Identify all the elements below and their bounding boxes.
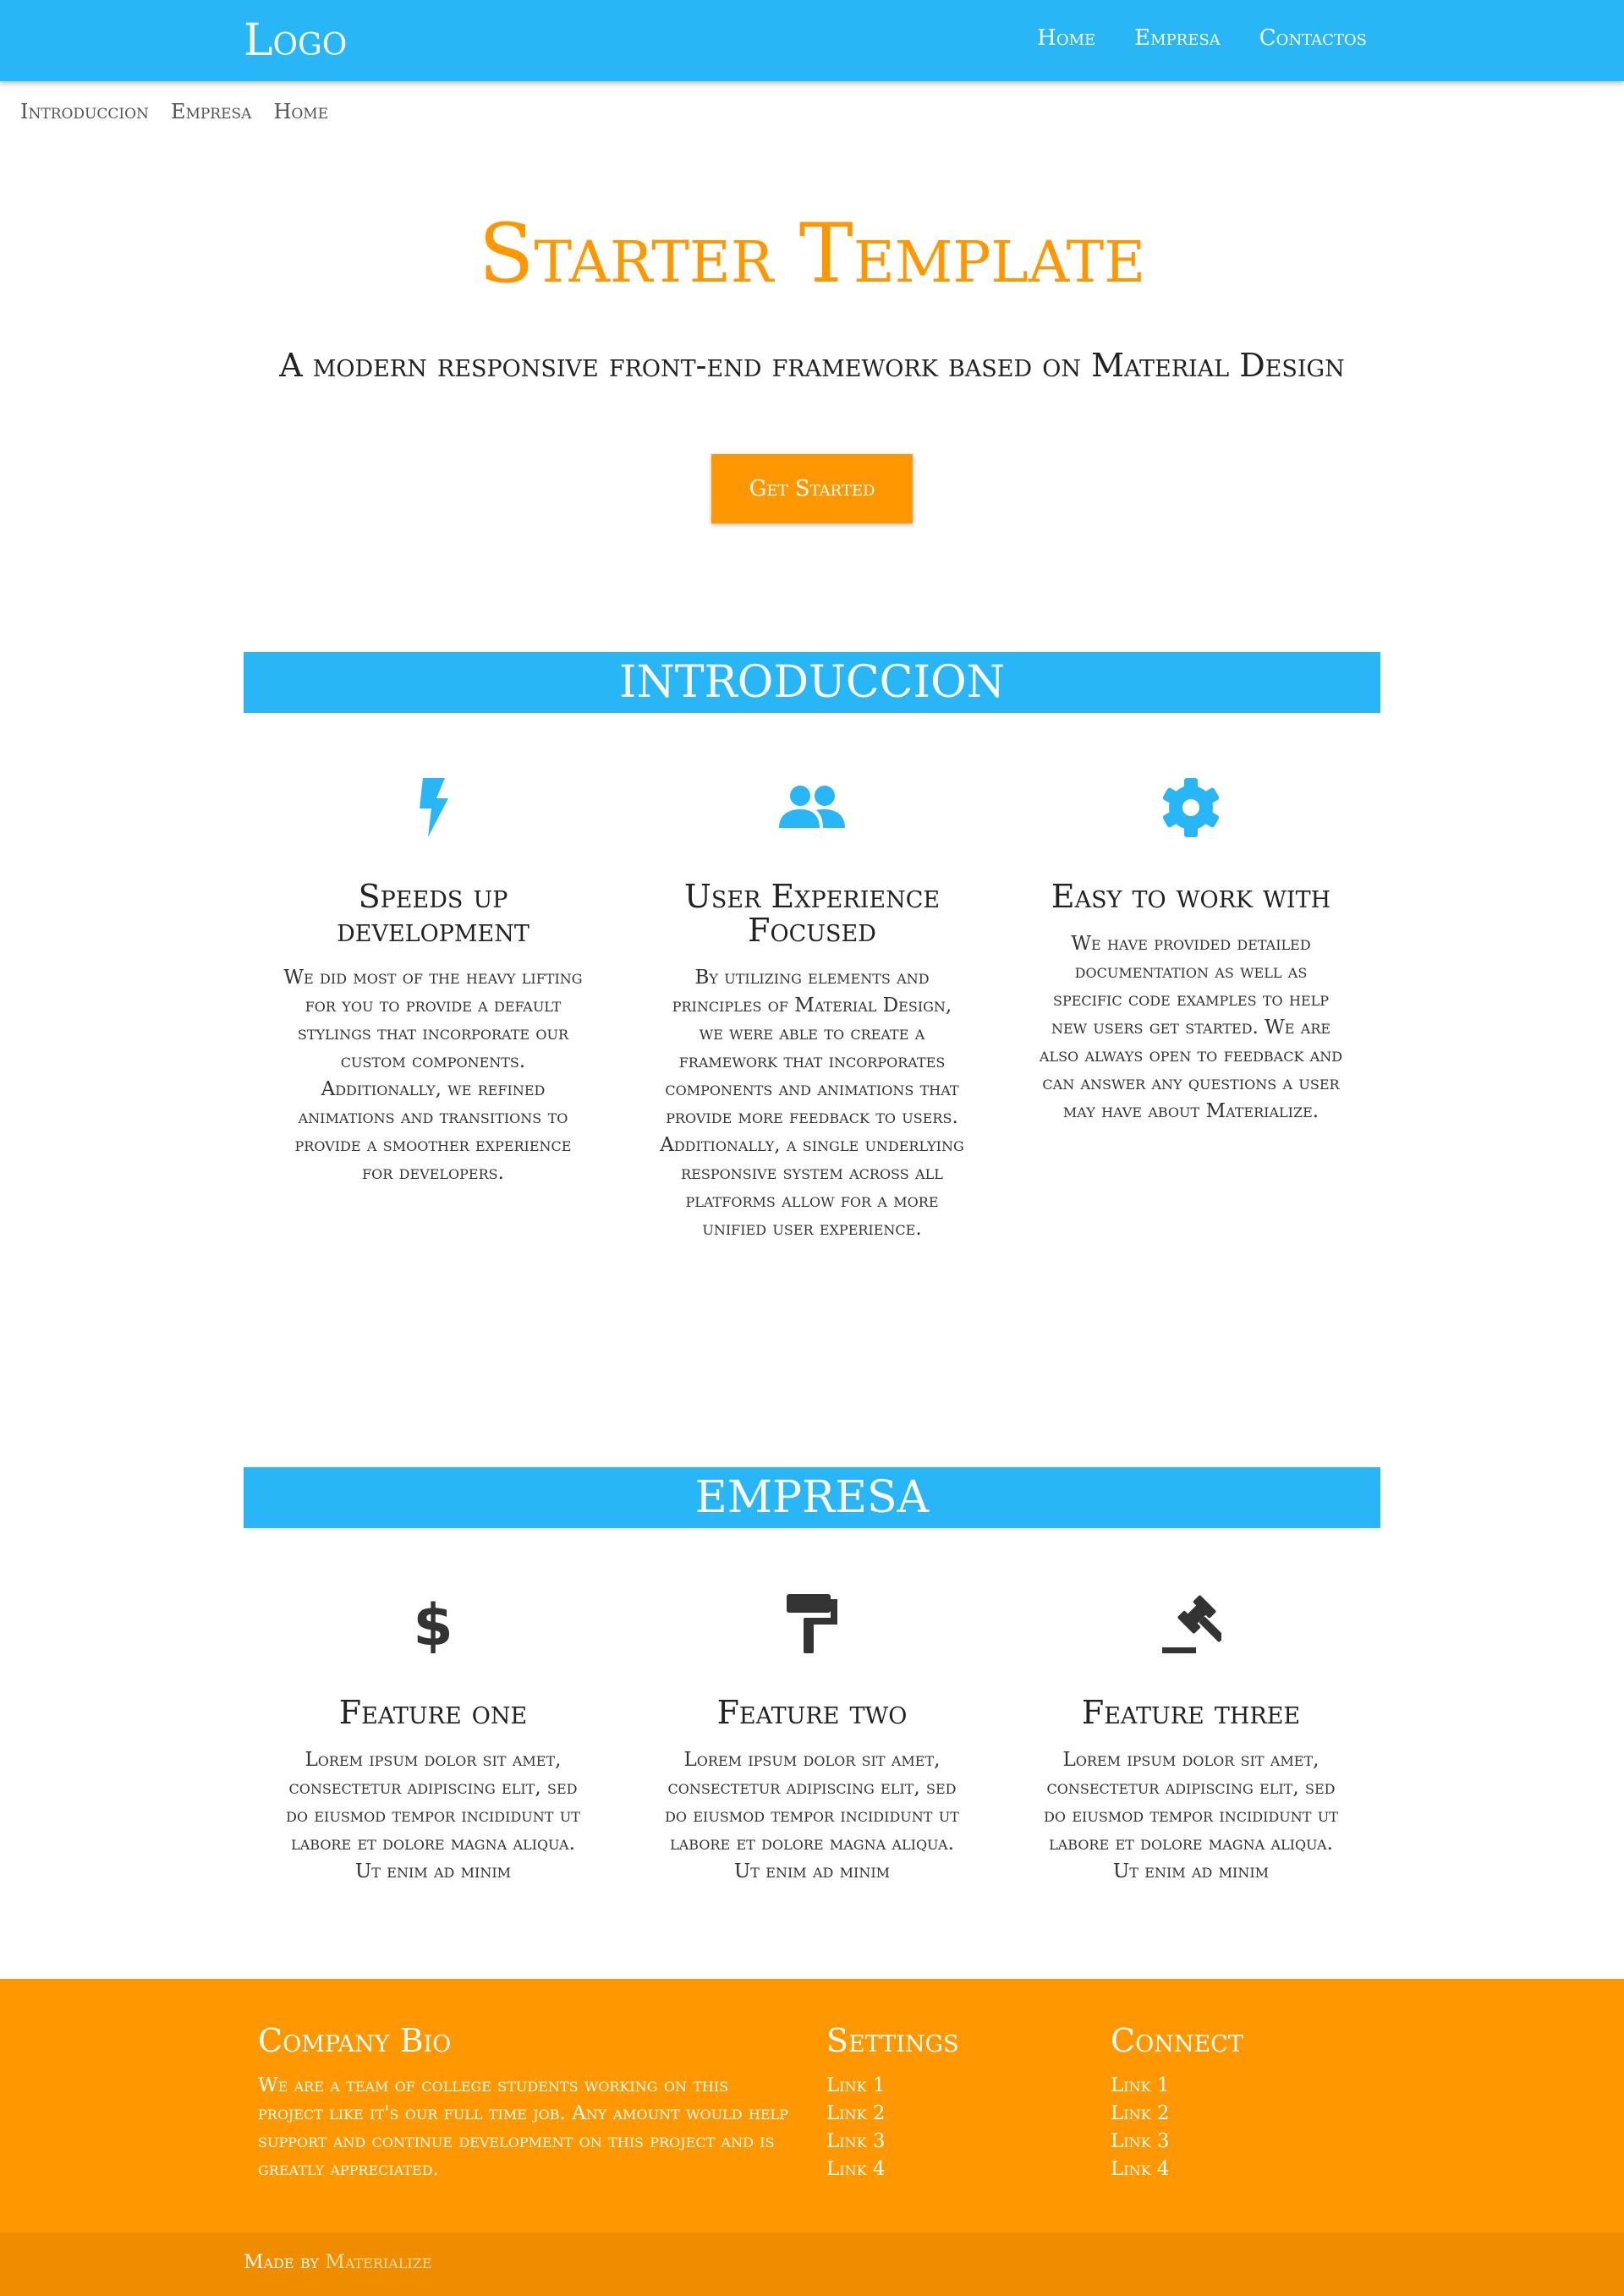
feature-easy-to-work: Easy to work with We have provided detai… (1039, 770, 1343, 1126)
subnav-link-home[interactable]: Home (273, 100, 328, 123)
footer-copyright: Made by Materialize (0, 2233, 1624, 2296)
feature-title: Feature one (338, 1694, 528, 1731)
feature-title: Speeds up development (337, 878, 529, 949)
settings-icon (1039, 770, 1343, 846)
materialize-link[interactable]: Materialize (325, 2251, 431, 2273)
feature-title: User Experience Focused (683, 878, 941, 949)
footer-connect-link[interactable]: Link 1 (1111, 2072, 1243, 2100)
get-started-button[interactable]: Get Started (711, 454, 913, 523)
svg-text:$: $ (414, 1594, 452, 1653)
feature-text: Lorem ipsum dolor sit amet, consectetur … (1044, 1749, 1338, 1882)
made-by-label: Made by (244, 2251, 319, 2273)
feature-text: By utilizing elements and principles of … (660, 967, 964, 1240)
footer-settings: Settings Link 1 Link 2 Link 3 Link 4 (826, 2021, 959, 2184)
feature-text: We have provided detailed documentation … (1039, 933, 1343, 1122)
feature-text: Lorem ipsum dolor sit amet, consectetur … (286, 1749, 580, 1882)
feature-text: Lorem ipsum dolor sit amet, consectetur … (665, 1749, 959, 1882)
nav-link-empresa[interactable]: Empresa (1134, 25, 1221, 51)
paint-roller-icon (660, 1586, 964, 1662)
footer-bio-title: Company Bio (258, 2022, 452, 2059)
top-navbar: Logo Home Empresa Contactos (0, 0, 1624, 81)
dollar-icon: $ (281, 1586, 585, 1662)
feature-title: Easy to work with (1051, 878, 1331, 915)
feature-three: Feature three Lorem ipsum dolor sit amet… (1039, 1586, 1343, 1886)
feature-text: We did most of the heavy lifting for you… (283, 967, 583, 1184)
hero-title: Starter Template (478, 206, 1146, 301)
footer: Company Bio We are a team of college stu… (0, 1979, 1624, 2233)
introduccion-heading: INTRODUCCION (244, 652, 1380, 713)
footer-settings-link[interactable]: Link 2 (826, 2100, 959, 2128)
flash-icon (281, 770, 585, 846)
footer-bio-text: We are a team of college students workin… (258, 2074, 788, 2180)
footer-settings-title: Settings (826, 2022, 959, 2059)
subnav-link-introduccion[interactable]: Introduccion (20, 100, 149, 123)
hero-subtitle: A modern responsive front-end framework … (279, 347, 1345, 384)
made-by: Made by Materialize (244, 2251, 432, 2273)
empresa-heading: EMPRESA (244, 1467, 1380, 1528)
footer-settings-link[interactable]: Link 4 (826, 2156, 959, 2184)
feature-one: $ Feature one Lorem ipsum dolor sit amet… (281, 1586, 585, 1886)
feature-two: Feature two Lorem ipsum dolor sit amet, … (660, 1586, 964, 1886)
footer-settings-link[interactable]: Link 1 (826, 2072, 959, 2100)
group-icon (660, 770, 964, 846)
logo[interactable]: Logo (244, 15, 347, 66)
feature-title: Feature three (1081, 1694, 1301, 1731)
footer-company-bio: Company Bio We are a team of college stu… (258, 2021, 799, 2184)
section-nav: Introduccion Empresa Home (20, 100, 328, 123)
footer-connect-link[interactable]: Link 4 (1111, 2156, 1243, 2184)
feature-user-experience: User Experience Focused By utilizing ele… (660, 770, 964, 1243)
nav-link-home[interactable]: Home (1037, 25, 1095, 51)
feature-speeds-up: Speeds up development We did most of the… (281, 770, 585, 1187)
footer-connect: Connect Link 1 Link 2 Link 3 Link 4 (1111, 2021, 1243, 2184)
footer-connect-title: Connect (1111, 2022, 1243, 2059)
footer-settings-link[interactable]: Link 3 (826, 2128, 959, 2156)
feature-title: Feature two (716, 1694, 908, 1731)
subnav-link-empresa[interactable]: Empresa (171, 100, 252, 123)
nav-link-contactos[interactable]: Contactos (1259, 25, 1367, 51)
nav-links: Home Empresa Contactos (1037, 25, 1367, 51)
footer-connect-link[interactable]: Link 3 (1111, 2128, 1243, 2156)
gavel-icon (1039, 1586, 1343, 1662)
footer-connect-link[interactable]: Link 2 (1111, 2100, 1243, 2128)
